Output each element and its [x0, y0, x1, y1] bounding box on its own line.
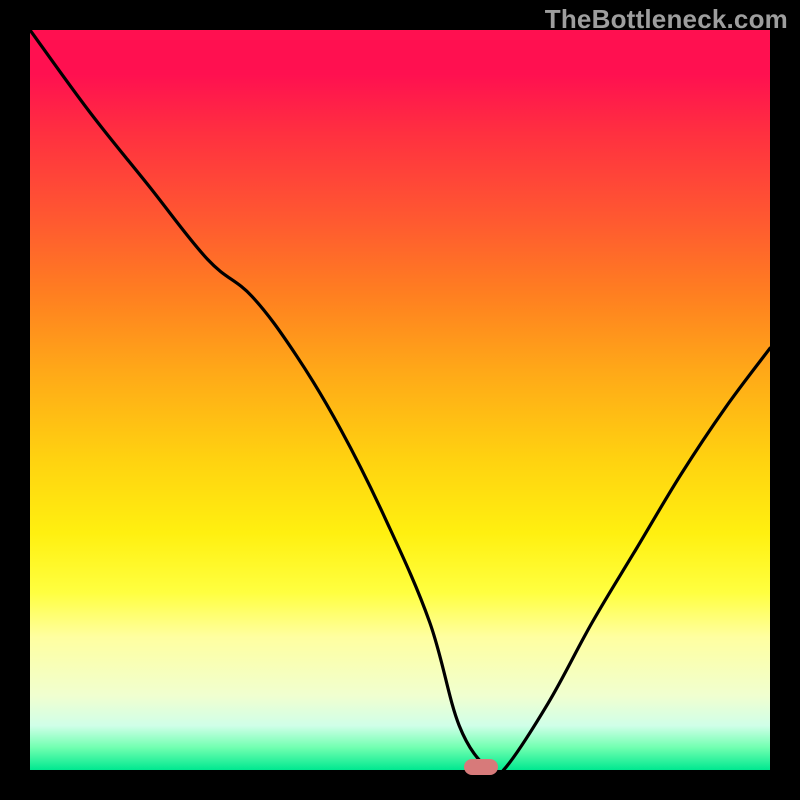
bottleneck-marker — [464, 759, 498, 775]
plot-area — [30, 30, 770, 770]
curve-layer — [30, 30, 770, 770]
chart-frame: TheBottleneck.com — [0, 0, 800, 800]
curve-line — [30, 30, 770, 770]
